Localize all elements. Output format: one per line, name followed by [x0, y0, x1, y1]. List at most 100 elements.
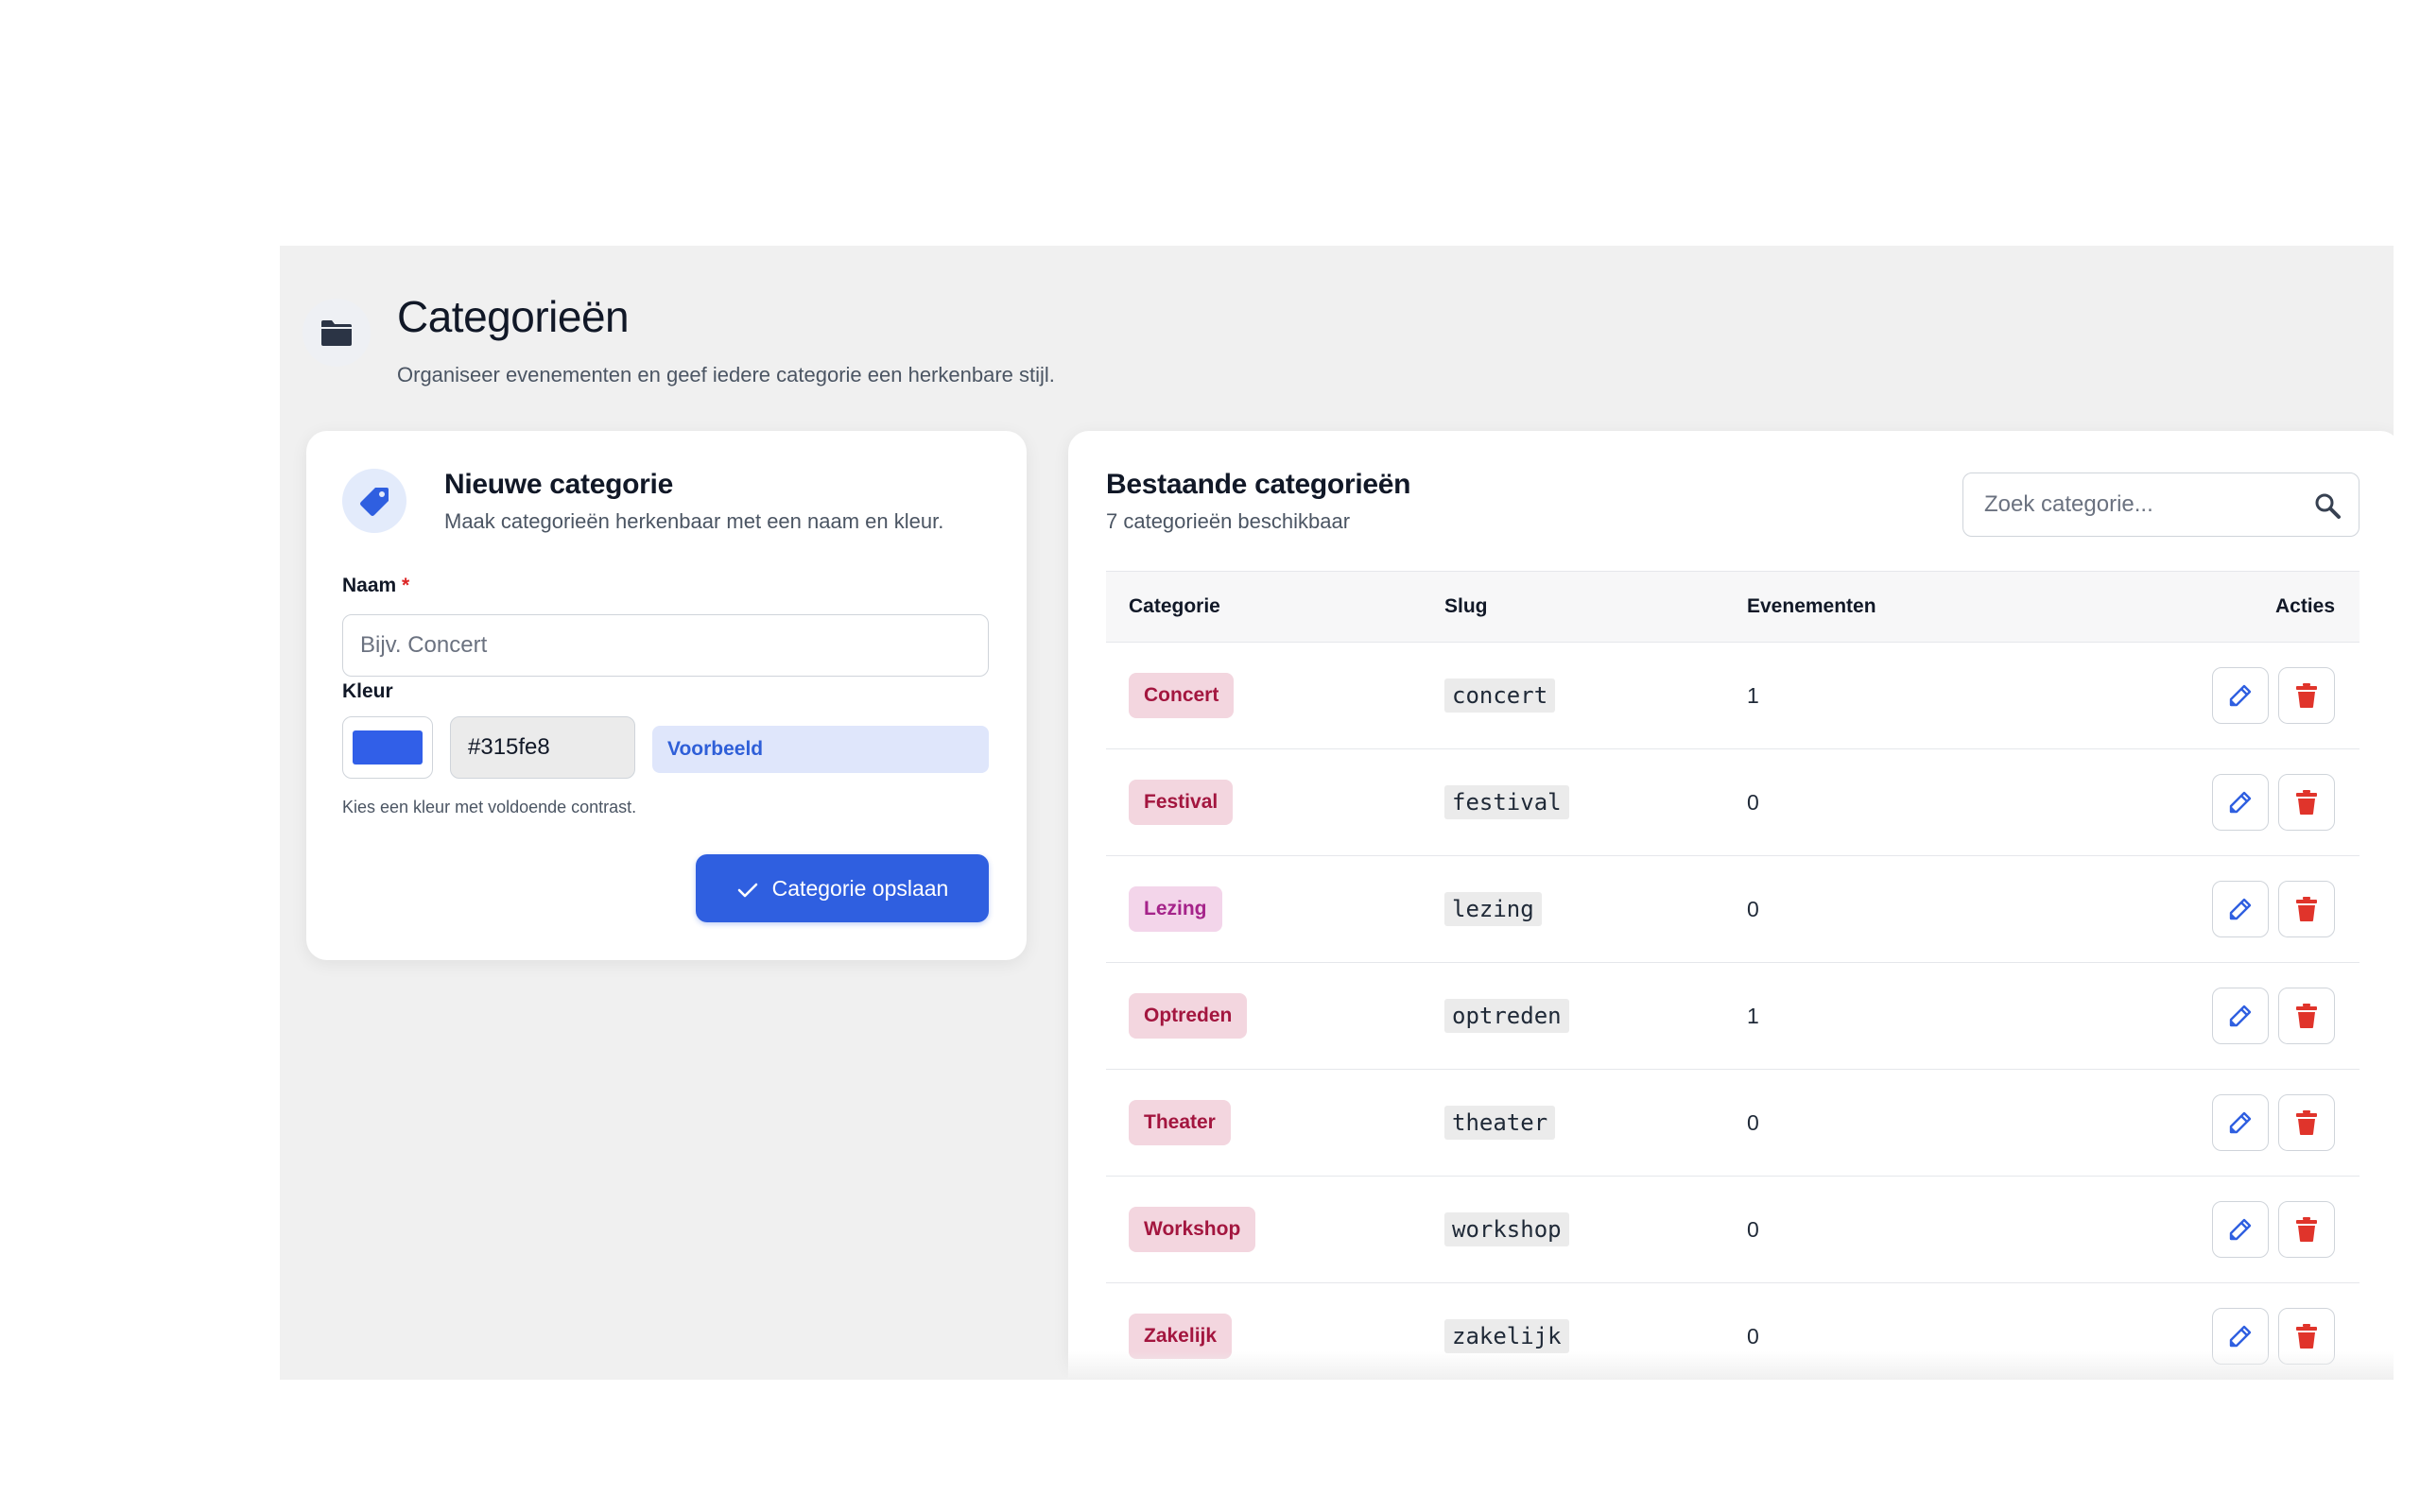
slug-cell: lezing	[1444, 856, 1542, 962]
table-row: Concert concert 1	[1106, 643, 2360, 749]
trash-icon	[2296, 1004, 2317, 1028]
events-cell: 0	[1747, 1177, 1759, 1282]
check-icon	[737, 883, 757, 898]
list-title: Bestaande categorieën	[1106, 469, 1411, 500]
tag-icon	[342, 469, 406, 533]
table-row: Optreden optreden 1	[1106, 963, 2360, 1070]
events-cell: 0	[1747, 1283, 1759, 1380]
table-header: Categorie Slug Evenementen Acties	[1106, 571, 2360, 643]
column-header-category[interactable]: Categorie	[1129, 572, 1220, 642]
edit-button[interactable]	[2212, 667, 2269, 724]
table-row: Festival festival 0	[1106, 749, 2360, 856]
pencil-icon	[2229, 1111, 2252, 1134]
events-count: 0	[1747, 896, 1759, 921]
column-header-actions: Acties	[2274, 595, 2335, 617]
actions-cell	[2203, 963, 2335, 1069]
edit-button[interactable]	[2212, 988, 2269, 1044]
trash-icon	[2296, 1217, 2317, 1242]
category-cell: Concert	[1129, 643, 1235, 748]
delete-button[interactable]	[2278, 667, 2335, 724]
page-title: Categorieën	[397, 292, 630, 341]
pencil-icon	[2229, 1218, 2252, 1241]
table-body: Concert concert 1 Festival festival 0 Le…	[1106, 643, 2360, 1380]
color-picker[interactable]	[342, 716, 433, 779]
edit-button[interactable]	[2212, 1094, 2269, 1151]
trash-icon	[2296, 897, 2317, 921]
edit-button[interactable]	[2212, 881, 2269, 937]
search-input[interactable]	[1963, 473, 2304, 536]
name-input[interactable]	[342, 614, 989, 677]
category-cell: Optreden	[1129, 963, 1248, 1069]
category-cell: Lezing	[1129, 856, 1222, 962]
search-icon[interactable]	[2313, 491, 2342, 520]
category-cell: Festival	[1129, 749, 1234, 855]
existing-categories-card: Bestaande categorieën 7 categorieën besc…	[1068, 431, 2394, 1380]
form-subtitle: Maak categorieën herkenbaar met een naam…	[444, 509, 944, 533]
delete-button[interactable]	[2278, 1308, 2335, 1365]
actions-cell	[2203, 749, 2335, 855]
events-count: 1	[1747, 682, 1759, 708]
categories-table: Categorie Slug Evenementen Acties Concer…	[1106, 571, 2360, 1380]
trash-icon	[2296, 1110, 2317, 1135]
events-count: 0	[1747, 1216, 1759, 1242]
delete-button[interactable]	[2278, 881, 2335, 937]
events-count: 0	[1747, 1109, 1759, 1135]
actions-cell	[2203, 1283, 2335, 1380]
pencil-icon	[2229, 1325, 2252, 1348]
folder-icon	[302, 299, 371, 367]
category-badge: Workshop	[1129, 1207, 1256, 1252]
color-help-text: Kies een kleur met voldoende contrast.	[342, 798, 637, 816]
events-cell: 0	[1747, 856, 1759, 962]
events-count: 0	[1747, 1323, 1759, 1349]
table-row: Lezing lezing 0	[1106, 856, 2360, 963]
slug-cell: zakelijk	[1444, 1283, 1569, 1380]
slug-code: workshop	[1444, 1212, 1569, 1246]
save-category-label: Categorie opslaan	[771, 875, 949, 901]
save-category-button[interactable]: Categorie opslaan	[696, 854, 989, 922]
slug-cell: concert	[1444, 643, 1556, 748]
trash-icon	[2296, 1324, 2317, 1349]
column-header-slug[interactable]: Slug	[1444, 572, 1488, 642]
slug-cell: workshop	[1444, 1177, 1569, 1282]
category-badge: Zakelijk	[1129, 1314, 1233, 1359]
delete-button[interactable]	[2278, 774, 2335, 831]
edit-button[interactable]	[2212, 1201, 2269, 1258]
table-row: Workshop workshop 0	[1106, 1177, 2360, 1283]
category-badge: Lezing	[1129, 886, 1222, 932]
category-badge: Concert	[1129, 673, 1235, 718]
page-subtitle: Organiseer evenementen en geef iedere ca…	[397, 363, 1055, 387]
category-cell: Zakelijk	[1129, 1283, 1233, 1380]
column-header-events[interactable]: Evenementen	[1747, 572, 1876, 642]
slug-code: concert	[1444, 679, 1556, 713]
actions-cell	[2203, 643, 2335, 748]
category-cell: Theater	[1129, 1070, 1231, 1176]
pencil-icon	[2229, 898, 2252, 920]
hex-input[interactable]: #315fe8	[450, 716, 635, 779]
edit-button[interactable]	[2212, 774, 2269, 831]
name-label: Naam *	[342, 575, 409, 597]
events-cell: 0	[1747, 1070, 1759, 1176]
delete-button[interactable]	[2278, 1094, 2335, 1151]
preview-badge: Voorbeeld	[652, 726, 989, 773]
delete-button[interactable]	[2278, 988, 2335, 1044]
actions-cell	[2203, 856, 2335, 962]
events-count: 0	[1747, 789, 1759, 815]
slug-code: optreden	[1444, 999, 1569, 1033]
color-swatch	[353, 730, 423, 765]
slug-cell: festival	[1444, 749, 1569, 855]
slug-code: theater	[1444, 1106, 1556, 1140]
trash-icon	[2296, 790, 2317, 815]
delete-button[interactable]	[2278, 1201, 2335, 1258]
app-main: Categorieën Organiseer evenementen en ge…	[280, 246, 2394, 1380]
category-cell: Workshop	[1129, 1177, 1256, 1282]
table-row: Theater theater 0	[1106, 1070, 2360, 1177]
edit-button[interactable]	[2212, 1308, 2269, 1365]
events-count: 1	[1747, 1003, 1759, 1028]
slug-code: festival	[1444, 785, 1569, 819]
actions-cell	[2203, 1070, 2335, 1176]
category-badge: Festival	[1129, 780, 1234, 825]
pencil-icon	[2229, 1005, 2252, 1027]
category-badge: Theater	[1129, 1100, 1231, 1145]
slug-code: zakelijk	[1444, 1319, 1569, 1353]
slug-code: lezing	[1444, 892, 1542, 926]
